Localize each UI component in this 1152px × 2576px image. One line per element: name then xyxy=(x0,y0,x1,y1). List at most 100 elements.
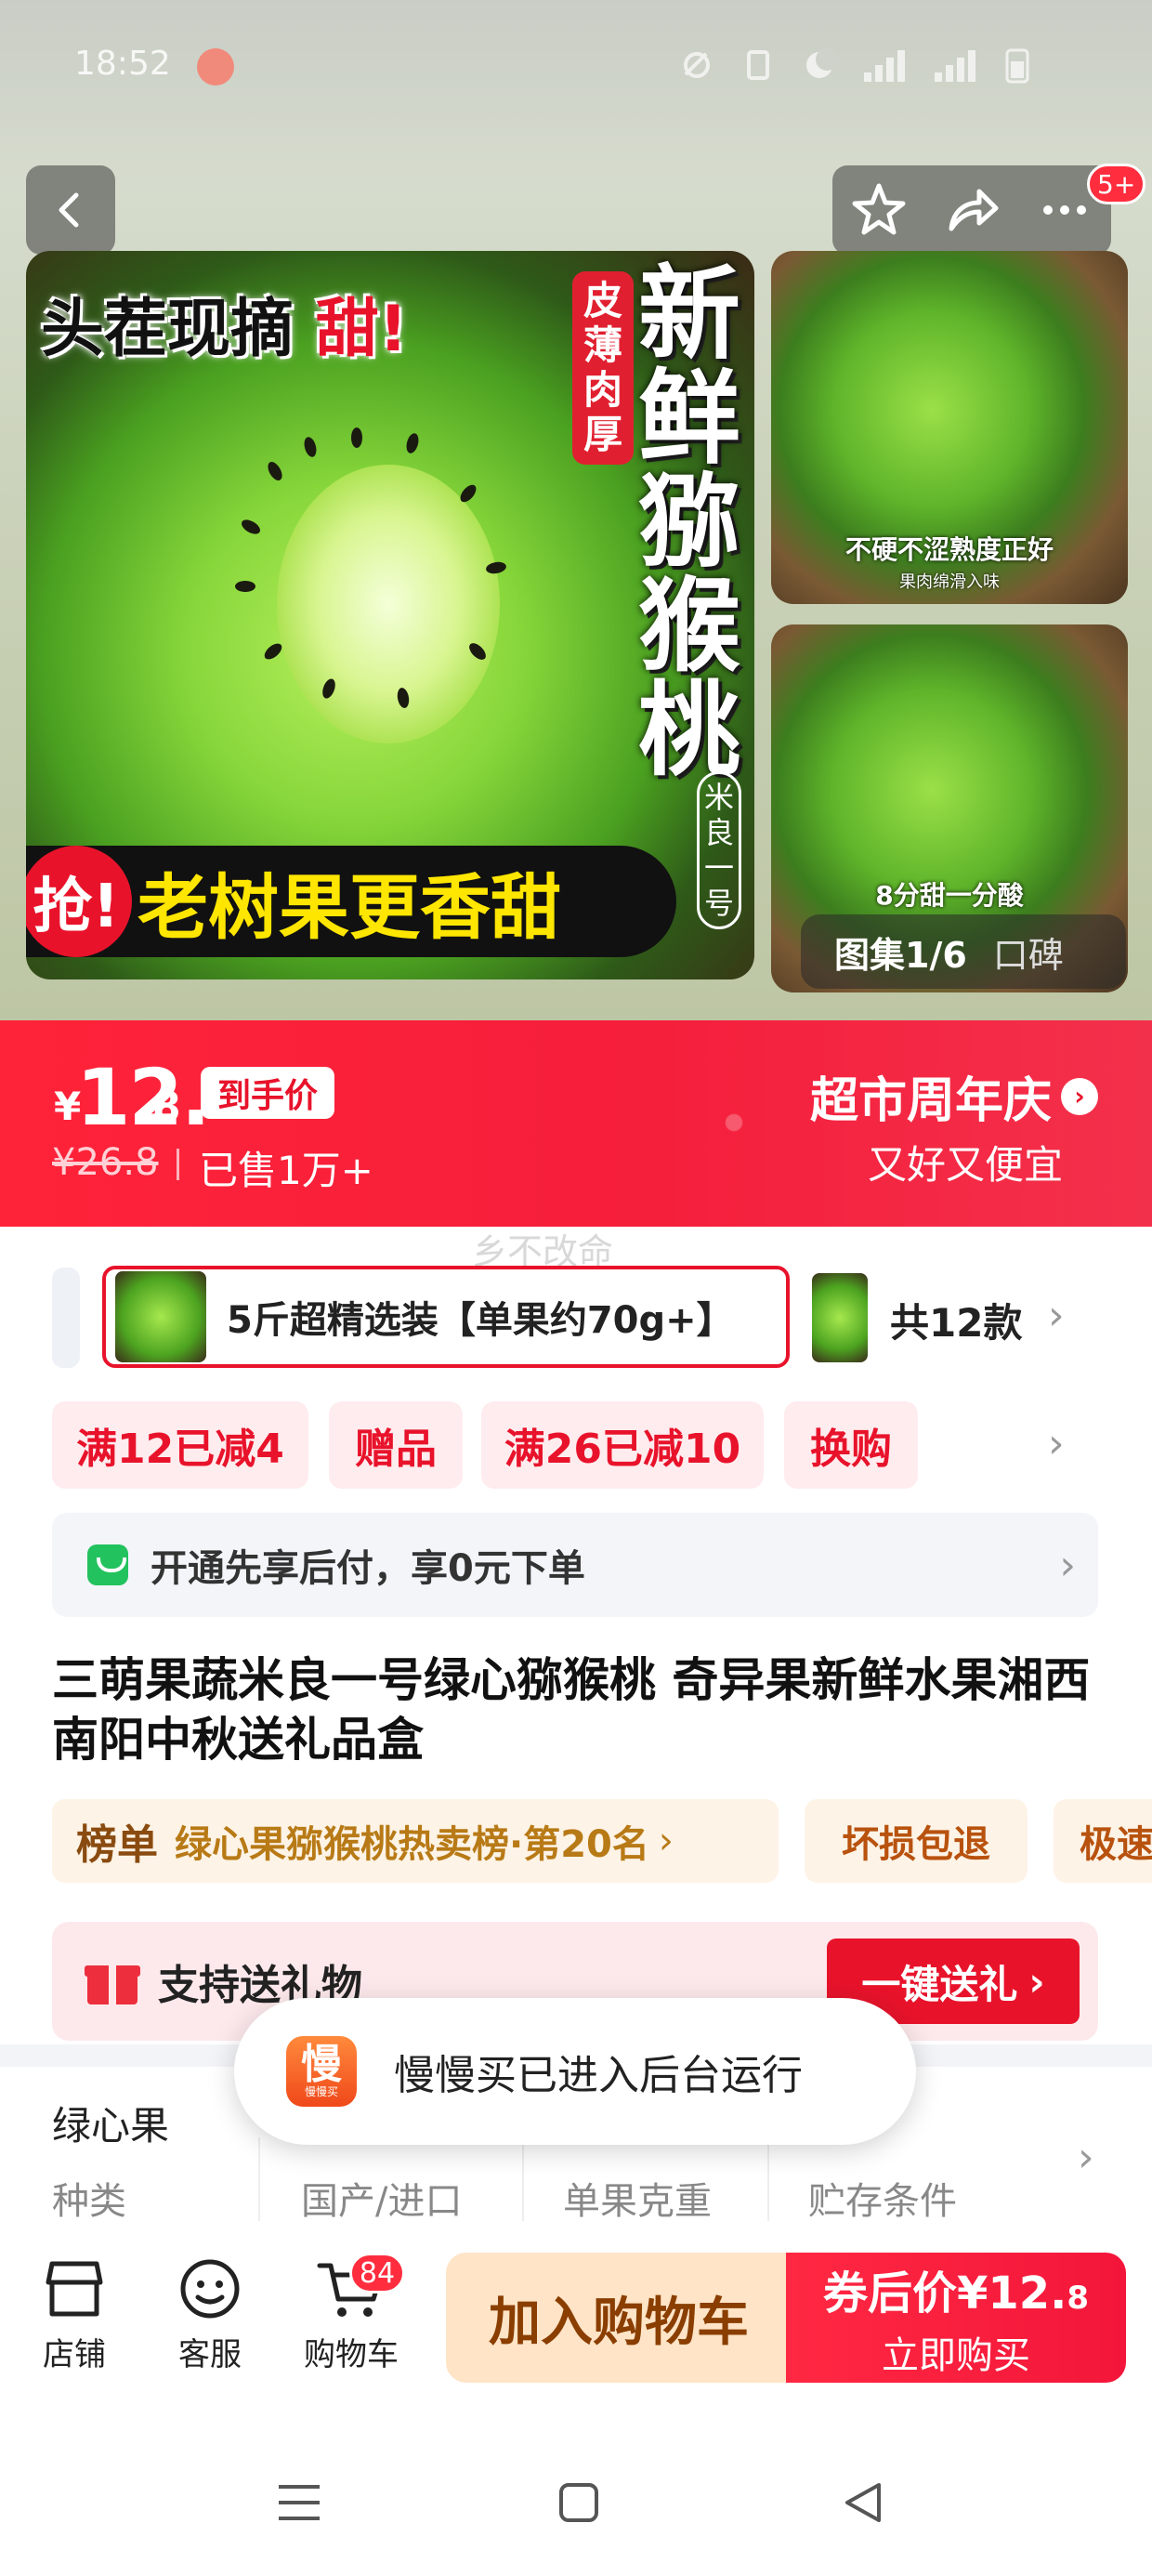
sku-name: 5斤超精选装【单果约70g+】 xyxy=(227,1299,734,1342)
share-icon[interactable] xyxy=(942,180,1001,240)
spec-label: 单果克重 xyxy=(563,2180,712,2223)
thumbnail-caption: 不硬不涩熟度正好 xyxy=(844,534,1054,565)
app-icon: 慢慢慢买 xyxy=(286,2036,357,2107)
service-button[interactable]: 客服 xyxy=(154,2256,266,2374)
thumbnail-subcaption: 果肉绵滑入味 xyxy=(899,572,1000,592)
status-indicators xyxy=(678,46,1031,84)
main-headline: 头茬现摘 甜! xyxy=(41,293,408,366)
kiwi-seed xyxy=(235,581,255,592)
ranking-pill[interactable]: 榜单 绿心果猕猴桃热卖榜·第20名 › xyxy=(52,1799,779,1883)
gallery-switcher[interactable]: 图集1/6 口碑 xyxy=(801,914,1126,989)
star-icon[interactable] xyxy=(849,180,909,240)
thin-skin-tag: 皮薄肉厚 xyxy=(572,271,634,465)
shop-button[interactable]: 店铺 xyxy=(19,2256,130,2374)
festival-subtitle: 又好又便宜 xyxy=(868,1142,1064,1188)
back-button[interactable] xyxy=(26,165,115,255)
sku-scroll-stub[interactable] xyxy=(52,1268,80,1368)
service-label: 客服 xyxy=(178,2336,242,2373)
menu-icon[interactable] xyxy=(275,2479,323,2526)
signal-icon xyxy=(864,50,905,82)
gallery-thumbnail[interactable]: 不硬不涩熟度正好 果肉绵滑入味 xyxy=(771,251,1128,604)
chevron-right-icon: › xyxy=(658,1820,674,1862)
kiwi-seed xyxy=(351,427,362,448)
divider xyxy=(522,2137,524,2221)
final-price-tag: 到手价 xyxy=(201,1067,335,1119)
divider xyxy=(177,1149,179,1180)
message-badge[interactable]: 5+ xyxy=(1087,164,1146,204)
background-toast: 慢慢慢买 慢慢买已进入后台运行 xyxy=(234,1998,916,2145)
thumbnail-caption: 8分甜一分酸 xyxy=(875,880,1024,911)
promo-tag[interactable]: 满26已减10 xyxy=(481,1401,764,1489)
battery-icon xyxy=(1005,48,1029,84)
shop-label: 店铺 xyxy=(43,2336,106,2373)
pay-later-text: 开通先享后付，享0元下单 xyxy=(151,1547,585,1590)
add-to-cart-button[interactable]: 加入购物车 xyxy=(446,2253,792,2383)
slogan-banner: 抢! 老树果更香甜 xyxy=(26,846,676,957)
status-app-icon xyxy=(197,48,234,85)
chevron-left-icon xyxy=(59,192,79,228)
cart-count-badge: 84 xyxy=(349,2253,405,2293)
top-action-group xyxy=(832,165,1111,255)
pay-later-bar[interactable]: 开通先享后付，享0元下单 › xyxy=(52,1513,1098,1617)
price-integer: 12. xyxy=(76,1052,211,1143)
promo-tag[interactable]: 赠品 xyxy=(329,1401,463,1489)
chevron-right-icon: › xyxy=(1028,1958,1045,2004)
more-icon[interactable] xyxy=(1035,180,1094,240)
price-decimal: 8 xyxy=(152,1084,181,1131)
send-gift-label: 一键送礼 xyxy=(861,1961,1018,2007)
back-triangle-icon[interactable] xyxy=(840,2479,886,2526)
vertical-product-title: 新鲜猕猴桃 xyxy=(638,255,740,790)
price-band: ¥ 12. 8 到手价 ¥26.8 已售1万+ 超市周年庆 › 又好又便宜 xyxy=(0,1020,1152,1227)
gift-icon xyxy=(85,1958,140,2004)
damage-refund-tag[interactable]: 坏损包退 xyxy=(805,1799,1028,1883)
customer-service-icon xyxy=(180,2259,240,2319)
dnd-icon xyxy=(806,48,838,78)
shop-icon xyxy=(46,2261,103,2317)
chevron-right-icon: › xyxy=(1061,1077,1099,1115)
promo-tag[interactable]: 满12已减4 xyxy=(52,1401,308,1489)
signal-2-icon xyxy=(935,50,975,82)
chevron-right-icon[interactable]: › xyxy=(1048,1420,1065,1467)
gallery-tab[interactable]: 图集1/6 xyxy=(834,927,967,978)
spec-label: 国产/进口 xyxy=(301,2180,463,2223)
toast-message: 慢慢买已进入后台运行 xyxy=(394,2052,803,2099)
spec-label: 种类 xyxy=(52,2180,126,2223)
cart-label: 购物车 xyxy=(304,2336,399,2373)
divider xyxy=(258,2137,260,2221)
sku-thumbnail[interactable] xyxy=(812,1273,868,1362)
sku-option-selected[interactable]: 5斤超精选装【单果约70g+】 xyxy=(102,1266,790,1368)
buy-now-button[interactable]: 券后价¥12.8 立即购买 xyxy=(786,2253,1126,2383)
kiwi-seed xyxy=(404,431,421,455)
kiwi-core-graphic xyxy=(277,465,500,743)
chevron-right-icon[interactable]: › xyxy=(1078,2134,1094,2181)
home-icon[interactable] xyxy=(556,2479,602,2526)
chevron-right-icon: › xyxy=(1059,1541,1076,1589)
main-product-image[interactable]: 头茬现摘 甜! 皮薄肉厚 新鲜猕猴桃 米良一号 抢! 老树果更香甜 xyxy=(26,251,754,979)
coupon-price: 券后价¥12.8 xyxy=(822,2267,1090,2320)
status-time: 18:52 xyxy=(74,45,171,83)
ranking-text: 绿心果猕猴桃热卖榜·第20名 xyxy=(175,1823,649,1866)
vibrate-icon xyxy=(747,50,769,80)
grab-badge: 抢! xyxy=(26,846,132,957)
festival-link[interactable]: 超市周年庆 › xyxy=(810,1061,1099,1131)
sold-count: 已售1万+ xyxy=(199,1148,373,1193)
reviews-tab[interactable]: 口碑 xyxy=(993,927,1064,978)
product-title: 三萌果蔬米良一号绿心猕猴桃 奇异果新鲜水果湘西南阳中秋送礼品盒 xyxy=(52,1653,1091,1767)
promo-tag[interactable]: 换购 xyxy=(784,1401,918,1489)
kiwi-seed xyxy=(239,517,263,537)
banner-slogan: 老树果更香甜 xyxy=(137,866,561,949)
fast-refund-tag[interactable]: 极速 xyxy=(1054,1799,1152,1883)
divider xyxy=(767,2137,769,2221)
chevron-right-icon[interactable]: › xyxy=(1048,1292,1065,1339)
ranking-label: 榜单 xyxy=(76,1821,158,1869)
mute-icon xyxy=(684,52,710,78)
spec-value: 绿心果 xyxy=(52,2103,170,2149)
kiwi-seed xyxy=(302,435,319,459)
sku-thumbnail xyxy=(115,1271,206,1362)
original-price: ¥26.8 xyxy=(52,1141,159,1184)
kiwi-seed xyxy=(265,459,285,483)
variety-tag: 米良一号 xyxy=(697,771,741,929)
buy-now-label: 立即购买 xyxy=(882,2334,1030,2377)
festival-title: 超市周年庆 xyxy=(810,1073,1053,1129)
sku-count[interactable]: 共12款 xyxy=(890,1292,1022,1348)
